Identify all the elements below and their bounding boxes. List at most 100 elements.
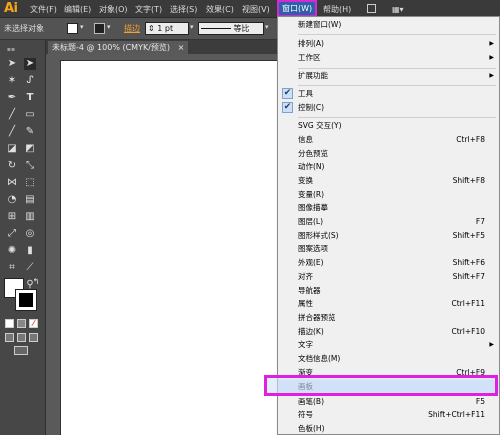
menu-item-appearance[interactable]: 外观(E) Shift+F6 bbox=[278, 256, 499, 269]
submenu-arrow-icon: ▶ bbox=[489, 72, 494, 79]
menu-item-workspace[interactable]: 工作区 ▶ bbox=[278, 51, 499, 64]
stroke-color-box[interactable] bbox=[15, 289, 37, 311]
menu-item-label: 导航器 bbox=[298, 286, 321, 295]
menu-type[interactable]: 文字(T) bbox=[135, 3, 162, 16]
menu-item-brushes[interactable]: 画笔(B) F5 bbox=[278, 395, 499, 408]
selection-status: 未选择对象 bbox=[4, 24, 44, 33]
pen-tool-icon[interactable]: ✒ bbox=[6, 92, 18, 104]
fill-swatch[interactable] bbox=[67, 23, 78, 34]
none-mode-icon[interactable]: ⁄ bbox=[29, 319, 38, 328]
menu-item-image-trace[interactable]: 图像描摹 bbox=[278, 201, 499, 214]
perspective-grid-icon[interactable]: ▤ bbox=[24, 194, 36, 206]
width-tool-icon[interactable]: ⋈ bbox=[6, 177, 18, 189]
bridge-icon[interactable] bbox=[367, 4, 376, 13]
menu-item-separation-preview[interactable]: 分色预览 bbox=[278, 147, 499, 160]
artboard-tool-icon[interactable]: ⌗ bbox=[6, 262, 18, 274]
menu-item-extensions[interactable]: 扩展功能 ▶ bbox=[278, 69, 499, 82]
menu-item-stroke[interactable]: 描边(K) Ctrl+F10 bbox=[278, 325, 499, 338]
menu-item-svg-interactivity[interactable]: SVG 交互(Y) bbox=[278, 119, 499, 132]
chevron-down-icon[interactable]: ▾ bbox=[265, 23, 269, 31]
gradient-mode-icon[interactable] bbox=[17, 319, 26, 328]
eraser-icon[interactable]: ◩ bbox=[24, 143, 36, 155]
draw-inside-icon[interactable] bbox=[29, 333, 38, 342]
document-tab[interactable]: 未标题-4 @ 100% (CMYK/预览) × bbox=[48, 41, 189, 54]
menu-item-info[interactable]: 信息 Ctrl+F8 bbox=[278, 133, 499, 146]
menu-item-transform[interactable]: 变换 Shift+F8 bbox=[278, 174, 499, 187]
menu-item-label: 属性 bbox=[298, 299, 313, 308]
menu-item-control[interactable]: ✔ 控制(C) bbox=[278, 101, 499, 114]
symbol-sprayer-icon[interactable]: ✺ bbox=[6, 245, 18, 257]
menu-item-navigator[interactable]: 导航器 bbox=[278, 284, 499, 297]
shape-builder-icon[interactable]: ◔ bbox=[6, 194, 18, 206]
type-tool-icon[interactable]: T bbox=[24, 92, 36, 104]
menu-item-label: 符号 bbox=[298, 410, 313, 419]
menu-item-document-info[interactable]: 文档信息(M) bbox=[278, 352, 499, 365]
rectangle-tool-icon[interactable]: ▭ bbox=[24, 109, 36, 121]
lasso-icon[interactable]: ᔑ bbox=[24, 75, 36, 87]
menu-item-variables[interactable]: 变量(R) bbox=[278, 188, 499, 201]
shortcut-text: Ctrl+F11 bbox=[451, 299, 486, 308]
submenu-arrow-icon: ▶ bbox=[489, 341, 494, 348]
menu-item-arrange[interactable]: 排列(A) ▶ bbox=[278, 37, 499, 50]
selection-tool-icon[interactable]: ➤ bbox=[6, 58, 18, 70]
shortcut-text: F5 bbox=[475, 397, 485, 406]
chevron-down-icon[interactable]: ▾ bbox=[80, 23, 84, 31]
menu-item-swatches[interactable]: 色板(H) bbox=[278, 422, 499, 435]
menu-window[interactable]: 窗口(W) bbox=[276, 0, 318, 17]
menu-item-new-window[interactable]: 新建窗口(W) bbox=[278, 18, 499, 31]
menu-view[interactable]: 视图(V) bbox=[242, 3, 270, 16]
menu-item-symbols[interactable]: 符号 Shift+Ctrl+F11 bbox=[278, 408, 499, 421]
chevron-down-icon[interactable]: ▾ bbox=[107, 23, 111, 31]
menu-file[interactable]: 文件(F) bbox=[30, 3, 57, 16]
menu-help[interactable]: 帮助(H) bbox=[323, 3, 351, 16]
paintbrush-icon[interactable]: ╱ bbox=[6, 126, 18, 138]
stroke-label-link[interactable]: 描边 bbox=[124, 23, 140, 34]
scale-tool-icon[interactable]: ⤡ bbox=[24, 160, 36, 172]
rotate-tool-icon[interactable]: ↻ bbox=[6, 160, 18, 172]
document-tab-title: 未标题-4 @ 100% (CMYK/预览) bbox=[52, 43, 171, 52]
menu-item-pattern-options[interactable]: 图案选项 bbox=[278, 242, 499, 255]
menu-select[interactable]: 选择(S) bbox=[170, 3, 197, 16]
menu-effect[interactable]: 效果(C) bbox=[206, 3, 234, 16]
gradient-tool-icon[interactable]: ▥ bbox=[24, 211, 36, 223]
variable-width-profile[interactable]: 等比 bbox=[198, 22, 264, 35]
menu-item-type[interactable]: 文字 ▶ bbox=[278, 338, 499, 351]
magic-wand-icon[interactable]: ✶ bbox=[6, 75, 18, 87]
menu-item-label: SVG 交互(Y) bbox=[298, 121, 342, 130]
arrange-docs-icon[interactable]: ▦▾ bbox=[392, 3, 404, 16]
column-graph-icon[interactable]: ▮ bbox=[24, 245, 36, 257]
stroke-weight-field[interactable]: ⇕ 1 pt bbox=[145, 22, 189, 35]
draw-behind-icon[interactable] bbox=[17, 333, 26, 342]
direct-selection-tool-icon[interactable]: ➤ bbox=[24, 58, 36, 70]
mesh-tool-icon[interactable]: ⊞ bbox=[6, 211, 18, 223]
menu-item-flattener-preview[interactable]: 拼合器预览 bbox=[278, 311, 499, 324]
swap-colors-icon[interactable]: ↰ bbox=[30, 276, 42, 288]
draw-normal-icon[interactable] bbox=[5, 333, 14, 342]
free-transform-icon[interactable]: ⬚ bbox=[24, 177, 36, 189]
blob-brush-icon[interactable]: ◪ bbox=[6, 143, 18, 155]
menu-item-label: 信息 bbox=[298, 135, 313, 144]
submenu-arrow-icon: ▶ bbox=[489, 40, 494, 47]
menu-separator bbox=[298, 117, 496, 118]
menu-item-label: 图像描摹 bbox=[298, 203, 328, 212]
artboard[interactable] bbox=[60, 60, 277, 435]
menu-item-layers[interactable]: 图层(L) F7 bbox=[278, 215, 499, 228]
line-tool-icon[interactable]: ╱ bbox=[6, 109, 18, 121]
blend-tool-icon[interactable]: ◎ bbox=[24, 228, 36, 240]
menu-item-actions[interactable]: 动作(N) bbox=[278, 160, 499, 173]
screen-mode-icon[interactable] bbox=[14, 346, 28, 355]
menu-item-graphic-styles[interactable]: 图形样式(S) Shift+F5 bbox=[278, 229, 499, 242]
menu-item-attributes[interactable]: 属性 Ctrl+F11 bbox=[278, 297, 499, 310]
shortcut-text: Shift+F6 bbox=[452, 258, 485, 267]
pencil-icon[interactable]: ✎ bbox=[24, 126, 36, 138]
stroke-swatch[interactable] bbox=[94, 23, 105, 34]
color-mode-icon[interactable] bbox=[5, 319, 14, 328]
close-icon[interactable]: × bbox=[178, 43, 185, 52]
slice-tool-icon[interactable]: ⟋ bbox=[24, 262, 36, 274]
chevron-down-icon[interactable]: ▾ bbox=[190, 23, 194, 31]
menu-edit[interactable]: 编辑(E) bbox=[64, 3, 91, 16]
menu-item-tools[interactable]: ✔ 工具 bbox=[278, 87, 499, 100]
menu-item-align[interactable]: 对齐 Shift+F7 bbox=[278, 270, 499, 283]
menu-object[interactable]: 对象(O) bbox=[99, 3, 128, 16]
eyedropper-icon[interactable]: ⤢ bbox=[6, 228, 18, 240]
